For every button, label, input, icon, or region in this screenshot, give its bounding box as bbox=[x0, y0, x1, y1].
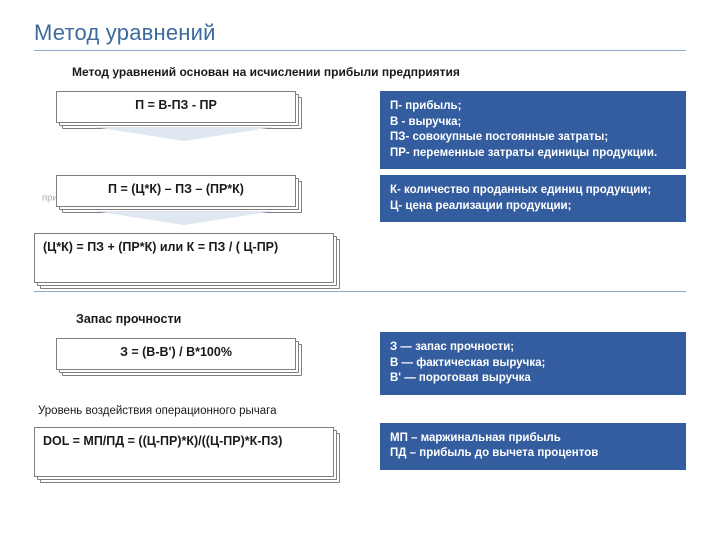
def-line: МП – маржинальная прибыль bbox=[390, 431, 676, 447]
definitions-box-3: З — запас прочности; В — фактическая выр… bbox=[380, 332, 686, 395]
subheader-safety: Запас прочности bbox=[76, 312, 686, 326]
def-line: П- прибыль; bbox=[390, 99, 676, 115]
def-line: К- количество проданных единиц продукции… bbox=[390, 183, 676, 199]
page-title: Метод уравнений bbox=[34, 20, 686, 46]
formula-text: П = В-ПЗ - ПР bbox=[56, 91, 296, 123]
def-line: В — фактическая выручка; bbox=[390, 356, 676, 372]
formula-text: (Ц*К) = ПЗ + (ПР*К) или К = ПЗ / ( Ц-ПР) bbox=[34, 233, 334, 283]
arrow-down-icon bbox=[94, 211, 274, 225]
def-line: В' — пороговая выручка bbox=[390, 371, 676, 387]
formula-text: DOL = МП/ПД = ((Ц-ПР)*К)/((Ц-ПР)*К-ПЗ) bbox=[34, 427, 334, 477]
def-line: ПД – прибыль до вычета процентов bbox=[390, 446, 676, 462]
formula-card-break-even: (Ц*К) = ПЗ + (ПР*К) или К = ПЗ / ( Ц-ПР) bbox=[34, 233, 334, 283]
divider-top bbox=[34, 50, 686, 51]
def-line: Ц- цена реализации продукции; bbox=[390, 199, 676, 215]
formula-card-safety: З = (В-В') / В*100% bbox=[56, 338, 296, 370]
formula-card-profit-expanded: П = (Ц*К) – ПЗ – (ПР*К) bbox=[56, 175, 296, 207]
intro-text: Метод уравнений основан на исчислении пр… bbox=[72, 65, 686, 79]
divider-mid bbox=[34, 291, 686, 292]
formula-card-dol: DOL = МП/ПД = ((Ц-ПР)*К)/((Ц-ПР)*К-ПЗ) bbox=[34, 427, 334, 477]
arrow-down-icon bbox=[94, 127, 274, 141]
formula-text: З = (В-В') / В*100% bbox=[56, 338, 296, 370]
definitions-box-4: МП – маржинальная прибыль ПД – прибыль д… bbox=[380, 423, 686, 470]
formula-card-profit-basic: П = В-ПЗ - ПР bbox=[56, 91, 296, 123]
formula-text: П = (Ц*К) – ПЗ – (ПР*К) bbox=[56, 175, 296, 207]
definitions-box-1: П- прибыль; В - выручка; ПЗ- совокупные … bbox=[380, 91, 686, 169]
subheader-leverage: Уровень воздействия операционного рычага bbox=[38, 405, 686, 417]
def-line: З — запас прочности; bbox=[390, 340, 676, 356]
def-line: ПЗ- совокупные постоянные затраты; bbox=[390, 130, 676, 146]
def-line: В - выручка; bbox=[390, 115, 676, 131]
def-line: ПР- переменные затраты единицы продукции… bbox=[390, 146, 676, 162]
definitions-box-2: К- количество проданных единиц продукции… bbox=[380, 175, 686, 222]
